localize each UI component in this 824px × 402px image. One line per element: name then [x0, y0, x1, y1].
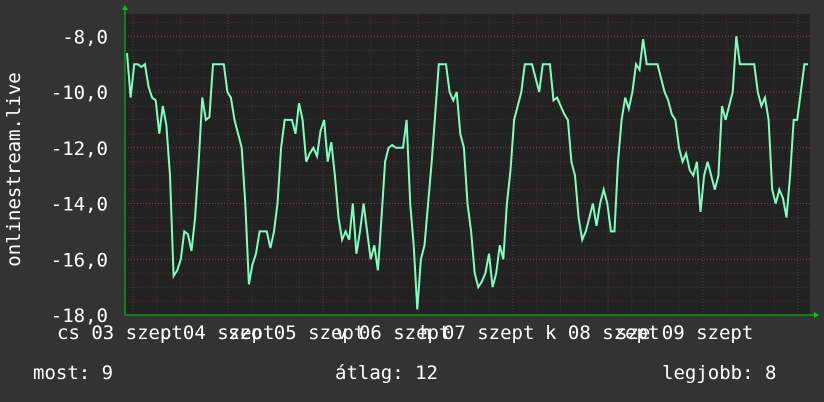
- y-tick-label: -12,0: [51, 138, 108, 160]
- stat-current: most: 9: [33, 362, 114, 384]
- y-tick-label: -10,0: [51, 82, 108, 104]
- stat-best: legjobb: 8: [662, 362, 777, 384]
- x-axis-arrow: [814, 312, 819, 318]
- y-tick-label: -8,0: [62, 26, 108, 48]
- y-tick-label: -16,0: [51, 249, 108, 271]
- x-tick-label: sze 09 szept: [616, 322, 753, 344]
- y-axis-title: onlinestream.live: [3, 72, 25, 266]
- line-chart: -18,0-16,0-14,0-12,0-10,0-8,0onlinestrea…: [3, 5, 819, 344]
- y-axis-arrow: [122, 5, 128, 10]
- y-tick-label: -14,0: [51, 194, 108, 216]
- stat-average: átlag: 12: [335, 362, 438, 384]
- x-tick-label: h 07 szept: [420, 322, 534, 344]
- chart-container: -18,0 -16,0 -14,0 -12,0 -10,0 -8,0 onlinestrea…: [0, 0, 824, 402]
